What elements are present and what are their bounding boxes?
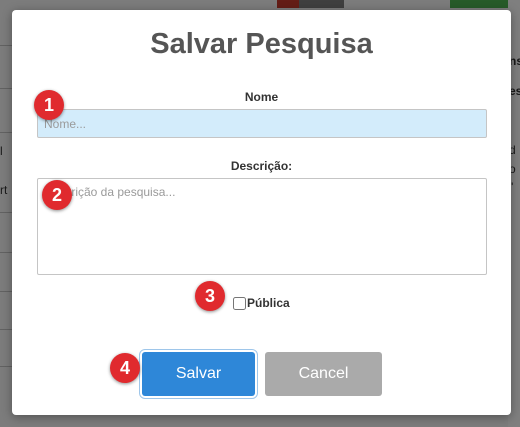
save-search-dialog: Salvar Pesquisa Nome Descrição: Pública … [12, 10, 511, 415]
marker-3: 3 [195, 281, 225, 311]
public-checkbox-group[interactable]: Pública [233, 295, 290, 311]
description-label: Descrição: [230, 159, 293, 173]
public-checkbox[interactable] [233, 296, 246, 310]
cancel-button[interactable]: Cancel [265, 352, 382, 396]
marker-1: 1 [34, 90, 64, 120]
public-checkbox-label[interactable]: Pública [247, 296, 290, 310]
description-textarea[interactable] [37, 178, 487, 275]
marker-4: 4 [110, 353, 140, 383]
dialog-title: Salvar Pesquisa [150, 28, 373, 60]
name-label: Nome [244, 90, 279, 104]
name-input[interactable] [37, 109, 487, 138]
marker-2: 2 [42, 180, 72, 210]
save-button[interactable]: Salvar [142, 352, 255, 396]
